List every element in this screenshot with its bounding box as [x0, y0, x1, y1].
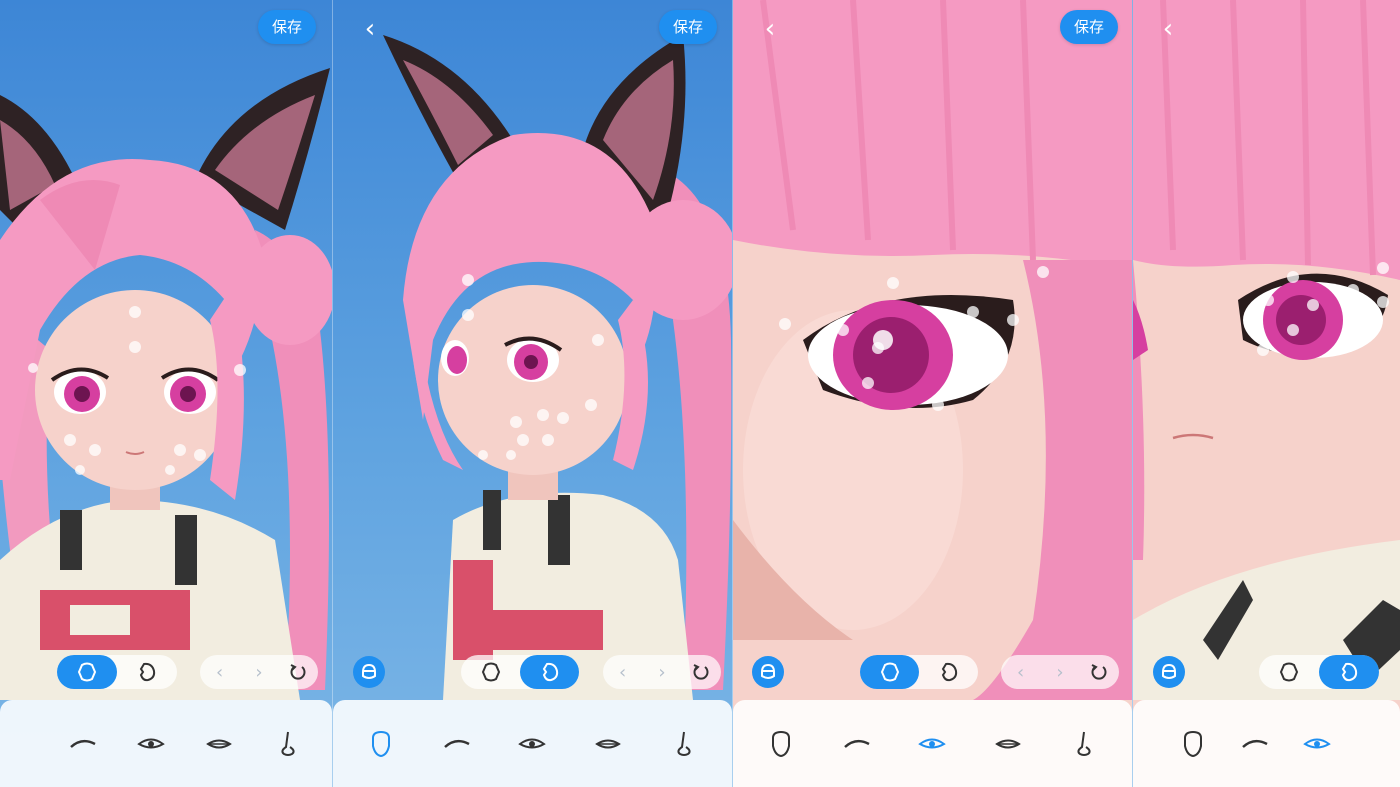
- face-side-icon: [542, 662, 558, 682]
- nose-icon: [677, 731, 691, 756]
- mouth-tab[interactable]: [199, 724, 239, 764]
- front-view-button[interactable]: [461, 655, 520, 689]
- face-side-icon: [941, 662, 957, 682]
- reset-button[interactable]: [686, 657, 716, 687]
- eyebrow-tab[interactable]: [437, 724, 477, 764]
- head-icon: [761, 663, 775, 679]
- save-button[interactable]: 保存: [258, 10, 317, 44]
- mouth-tab[interactable]: [988, 724, 1028, 764]
- save-button[interactable]: 保存: [1060, 10, 1119, 44]
- reset-icon: [693, 664, 709, 680]
- eye-icon: [1303, 738, 1331, 748]
- view-mode-toggle: [57, 655, 177, 689]
- redo-button[interactable]: ›: [647, 657, 677, 687]
- face-shape-icon: [1184, 730, 1202, 757]
- face-shape-icon: [371, 730, 390, 757]
- face-shape-icon: [771, 730, 790, 757]
- face-part-tray: [333, 700, 732, 787]
- nose-icon: [281, 731, 295, 756]
- side-view-button[interactable]: [1319, 655, 1379, 689]
- mouth-icon: [595, 739, 622, 748]
- face-part-tray: [0, 700, 332, 787]
- editor-panel-3: ‹ 保存 ‹ ›: [733, 0, 1133, 787]
- face-shape-tab[interactable]: [361, 724, 401, 764]
- view-mode-toggle: [1259, 655, 1379, 689]
- head-icon: [1162, 663, 1176, 679]
- eyebrow-icon: [69, 739, 96, 748]
- undo-button[interactable]: ‹: [608, 657, 638, 687]
- eye-icon: [918, 738, 947, 748]
- editor-panel-4: ‹: [1133, 0, 1400, 787]
- eyebrow-tab[interactable]: [63, 724, 103, 764]
- nose-tab[interactable]: [1064, 724, 1104, 764]
- chevron-left-icon: ‹: [764, 14, 776, 44]
- face-front-icon: [880, 662, 899, 682]
- nose-tab[interactable]: [664, 724, 704, 764]
- mouth-tab[interactable]: [588, 724, 628, 764]
- chevron-left-icon: ‹: [1162, 14, 1174, 44]
- front-view-button[interactable]: [1259, 655, 1319, 689]
- eye-icon: [518, 738, 547, 748]
- editor-panel-2: ‹ 保存 ‹ ›: [333, 0, 733, 787]
- eyebrow-tab[interactable]: [837, 724, 877, 764]
- view-mode-toggle: [860, 655, 978, 689]
- mouth-icon: [206, 739, 233, 748]
- side-view-button[interactable]: [520, 655, 579, 689]
- redo-button[interactable]: ›: [244, 657, 274, 687]
- reset-icon: [1091, 664, 1107, 680]
- face-shape-tab[interactable]: [761, 724, 801, 764]
- nose-icon: [1077, 731, 1091, 756]
- history-controls: ‹ ›: [1001, 655, 1119, 689]
- mouth-icon: [995, 739, 1022, 748]
- eye-tab[interactable]: [1297, 724, 1337, 764]
- eyebrow-icon: [843, 739, 870, 748]
- eyebrow-icon: [1242, 739, 1268, 748]
- eye-tab[interactable]: [912, 724, 952, 764]
- front-view-button[interactable]: [57, 655, 117, 689]
- face-side-icon: [1341, 662, 1358, 682]
- history-controls: ‹ ›: [200, 655, 318, 689]
- mouth-tab[interactable]: [1359, 724, 1373, 764]
- avatar-toggle-button[interactable]: [353, 656, 385, 688]
- face-front-icon: [481, 662, 500, 682]
- undo-button[interactable]: ‹: [1006, 657, 1036, 687]
- side-view-button[interactable]: [117, 655, 177, 689]
- head-icon: [362, 663, 376, 679]
- eye-tab[interactable]: [512, 724, 552, 764]
- avatar-toggle-button[interactable]: [1153, 656, 1185, 688]
- back-button[interactable]: ‹: [757, 14, 783, 44]
- face-part-tray: [733, 700, 1132, 787]
- eyebrow-tab[interactable]: [1235, 724, 1275, 764]
- face-part-tray: [1133, 700, 1400, 787]
- side-view-button[interactable]: [919, 655, 978, 689]
- nose-tab[interactable]: [268, 724, 308, 764]
- front-view-button[interactable]: [860, 655, 919, 689]
- avatar-toggle-button[interactable]: [752, 656, 784, 688]
- eye-tab[interactable]: [131, 724, 171, 764]
- face-shape-tab[interactable]: [1173, 724, 1213, 764]
- face-front-icon: [1279, 662, 1299, 682]
- back-button[interactable]: ‹: [1155, 14, 1181, 44]
- reset-icon: [290, 664, 306, 680]
- back-button[interactable]: ‹: [357, 14, 383, 44]
- chevron-left-icon: ‹: [364, 14, 376, 44]
- face-shape-tab[interactable]: [24, 724, 34, 764]
- face-front-icon: [77, 662, 97, 682]
- reset-button[interactable]: [283, 657, 313, 687]
- undo-button[interactable]: ‹: [205, 657, 235, 687]
- editor-panel-1: 保存 ‹ ›: [0, 0, 333, 787]
- reset-button[interactable]: [1084, 657, 1114, 687]
- history-controls: ‹ ›: [603, 655, 721, 689]
- screenshot-strip: 保存 ‹ › ‹ 保存 ‹ › ‹ 保存 ‹ › ‹: [0, 0, 1400, 787]
- save-button[interactable]: 保存: [659, 10, 718, 44]
- face-side-icon: [139, 662, 156, 682]
- view-mode-toggle: [461, 655, 579, 689]
- redo-button[interactable]: ›: [1045, 657, 1075, 687]
- eyebrow-icon: [443, 739, 470, 748]
- eye-icon: [137, 738, 165, 748]
